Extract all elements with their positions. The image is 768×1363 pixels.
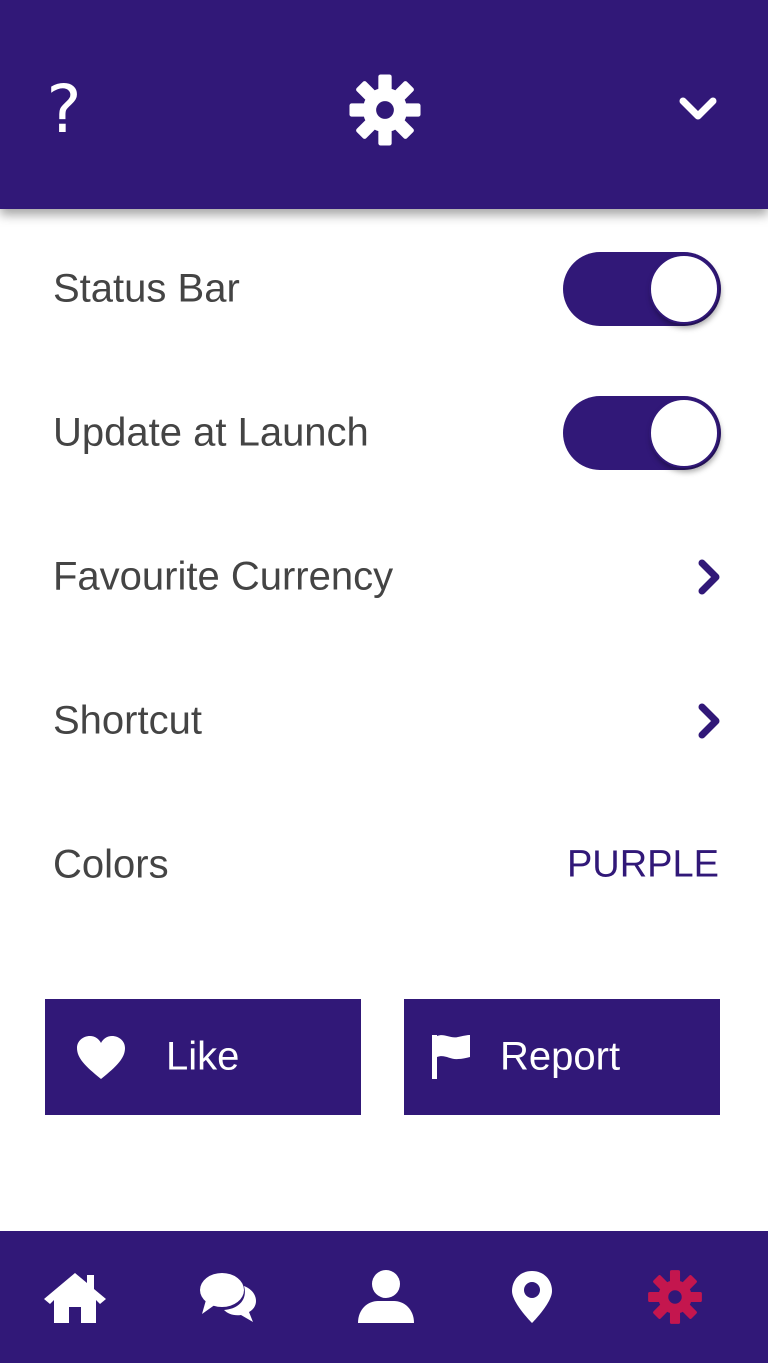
report-label: Report (500, 1034, 621, 1079)
tab-chat[interactable] (173, 1231, 283, 1363)
colors-value[interactable]: PURPLE (567, 844, 719, 887)
setting-row-colors[interactable]: Colors PURPLE (0, 793, 768, 937)
tab-settings[interactable] (620, 1231, 730, 1363)
status-bar-toggle[interactable] (563, 252, 721, 326)
help-button[interactable]: ? (44, 74, 84, 146)
update-at-launch-toggle[interactable] (563, 396, 721, 470)
toggle-knob (649, 254, 719, 324)
shortcut-label: Shortcut (53, 698, 202, 743)
bottom-tab-bar (0, 1231, 768, 1363)
user-icon (358, 1270, 414, 1323)
setting-row-update-at-launch: Update at Launch (0, 361, 768, 505)
chevron-down-icon[interactable] (678, 92, 718, 126)
tab-location[interactable] (477, 1231, 587, 1363)
update-at-launch-label: Update at Launch (53, 410, 369, 455)
home-icon (44, 1273, 106, 1323)
gear-icon (648, 1270, 702, 1324)
setting-row-favourite-currency[interactable]: Favourite Currency (0, 505, 768, 649)
like-button[interactable]: Like (45, 999, 361, 1115)
tab-profile[interactable] (331, 1231, 441, 1363)
heart-icon (77, 1036, 125, 1079)
setting-row-shortcut[interactable]: Shortcut (0, 649, 768, 793)
status-bar-label: Status Bar (53, 266, 240, 311)
chevron-right-icon[interactable] (694, 701, 724, 741)
favourite-currency-label: Favourite Currency (53, 554, 394, 599)
setting-row-status-bar: Status Bar (0, 217, 768, 361)
chat-icon (200, 1273, 256, 1322)
report-button[interactable]: Report (404, 999, 720, 1115)
like-label: Like (166, 1034, 240, 1079)
gear-icon (349, 74, 421, 146)
toggle-knob (649, 398, 719, 468)
tab-home[interactable] (20, 1231, 130, 1363)
flag-icon (432, 1035, 470, 1079)
colors-label: Colors (53, 842, 169, 887)
location-pin-icon (512, 1271, 552, 1323)
top-app-bar: ? (0, 0, 768, 209)
chevron-right-icon[interactable] (694, 557, 724, 597)
